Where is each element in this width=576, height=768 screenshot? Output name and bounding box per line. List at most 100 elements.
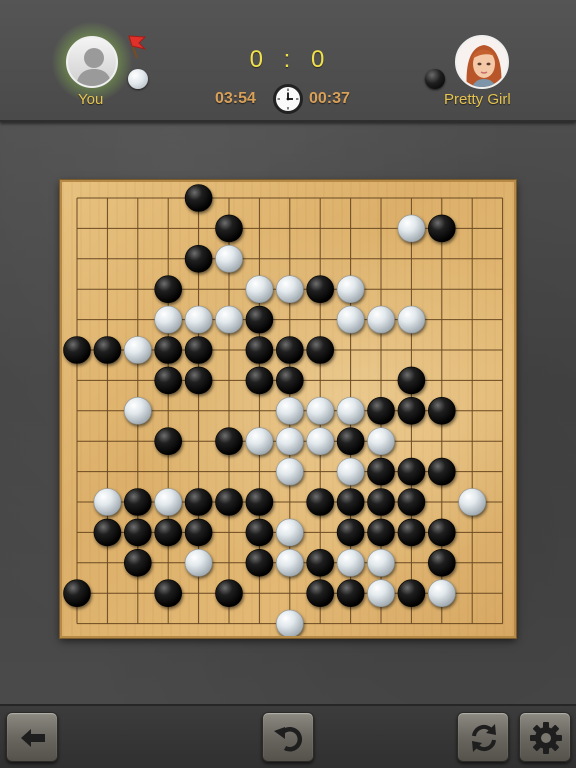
white-stone (397, 214, 426, 243)
you-stone-white-icon (128, 69, 148, 89)
black-stone (427, 397, 456, 425)
black-stone (215, 488, 243, 516)
restart-icon (472, 724, 496, 752)
opponent-stone-black-icon (425, 69, 445, 89)
black-stone (184, 184, 213, 212)
white-stone (245, 427, 274, 456)
black-stone (245, 518, 274, 547)
white-stone (336, 275, 365, 303)
white-stone (154, 488, 182, 516)
game-screen: You 0 : 0 03:54 00:37 Pretty Girl (0, 0, 576, 768)
restart-button[interactable] (457, 712, 509, 762)
white-stone (184, 305, 213, 334)
gomoku-board[interactable] (60, 180, 516, 638)
black-stone (245, 305, 274, 334)
board-grid (63, 184, 504, 636)
black-stone (397, 457, 426, 486)
white-stone (367, 548, 395, 577)
white-stone (276, 457, 304, 486)
white-stone (458, 488, 487, 516)
white-stone (276, 275, 304, 303)
white-stone (184, 548, 213, 577)
white-stone (367, 579, 395, 608)
black-stone (427, 548, 456, 577)
white-stone (276, 518, 304, 547)
black-stone (93, 518, 122, 547)
white-stone (336, 457, 365, 486)
black-stone (306, 488, 335, 516)
opponent-avatar[interactable] (455, 35, 509, 89)
timer-you: 03:54 (215, 90, 256, 107)
black-stone (336, 579, 365, 608)
black-stone (245, 548, 274, 577)
black-stone (184, 366, 213, 395)
black-stone (245, 336, 274, 364)
back-arrow-icon (21, 729, 45, 747)
black-stone (124, 518, 152, 547)
undo-button[interactable] (262, 712, 314, 762)
red-flag-icon (128, 35, 147, 59)
white-stone (427, 579, 456, 608)
black-stone (306, 336, 335, 364)
timer-opponent: 00:37 (309, 90, 350, 107)
white-stone (215, 305, 243, 334)
white-stone (336, 548, 365, 577)
black-stone (276, 366, 304, 395)
white-stone (245, 275, 274, 303)
settings-button[interactable] (519, 712, 571, 762)
black-stone (124, 548, 152, 577)
black-stone (124, 488, 152, 516)
score-separator: : (283, 46, 293, 73)
black-stone (154, 427, 182, 456)
black-stone (367, 457, 395, 486)
black-stone (336, 488, 365, 516)
black-stone (367, 488, 395, 516)
white-stone (367, 427, 395, 456)
black-stone (184, 518, 213, 547)
black-stone (397, 518, 426, 547)
black-stone (306, 275, 335, 303)
black-stone (336, 427, 365, 456)
black-stone (367, 518, 395, 547)
black-stone (306, 579, 335, 608)
white-stone (306, 397, 335, 425)
white-stone (367, 305, 395, 334)
undo-icon (274, 727, 303, 752)
black-stone (245, 488, 274, 516)
black-stone (215, 579, 243, 608)
black-stone (154, 275, 182, 303)
white-stone (93, 488, 122, 516)
black-stone (397, 366, 426, 395)
clock-icon (273, 84, 303, 114)
score-you: 0 (249, 46, 265, 73)
gear-icon (530, 722, 562, 754)
black-stone (427, 214, 456, 243)
white-stone (124, 336, 152, 364)
black-stone (154, 336, 182, 364)
white-stone (336, 305, 365, 334)
white-stone (306, 427, 335, 456)
back-button[interactable] (6, 712, 58, 762)
black-stone (245, 366, 274, 395)
white-stone (215, 245, 243, 273)
black-stone (336, 518, 365, 547)
black-stone (215, 427, 243, 456)
opponent-name-label: Pretty Girl (444, 91, 511, 108)
black-stone (427, 518, 456, 547)
black-stone (427, 457, 456, 486)
black-stone (154, 366, 182, 395)
black-stone (63, 579, 91, 608)
black-stone (184, 245, 213, 273)
white-stone (397, 305, 426, 334)
white-stone (154, 305, 182, 334)
black-stone (184, 336, 213, 364)
white-stone (336, 397, 365, 425)
white-stone (276, 609, 304, 636)
white-stone (276, 397, 304, 425)
you-avatar[interactable] (66, 36, 118, 88)
white-stone (124, 397, 152, 425)
white-stone (276, 427, 304, 456)
score-opponent: 0 (311, 46, 327, 73)
you-name-label: You (78, 91, 104, 108)
black-stone (397, 579, 426, 608)
